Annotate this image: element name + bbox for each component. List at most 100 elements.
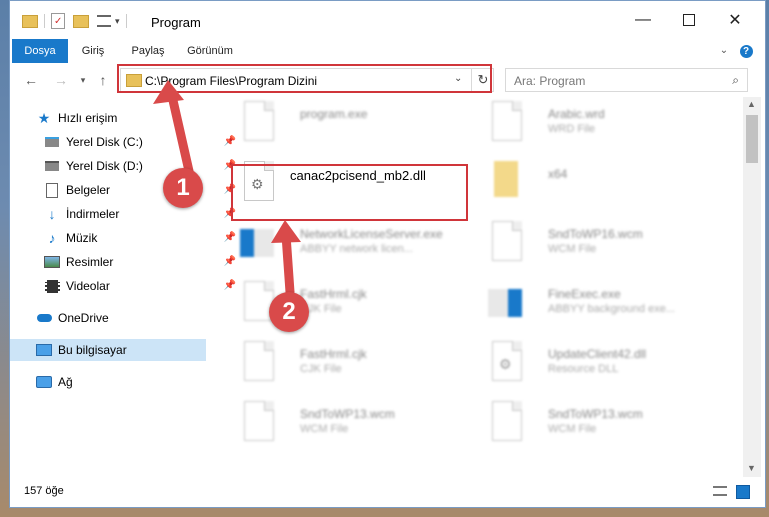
file-item[interactable]: program.exe [240,97,480,153]
large-icons-view-icon[interactable] [736,485,750,499]
network-icon [36,374,52,390]
properties-icon[interactable]: ✓ [51,13,65,29]
file-item[interactable]: Arabic.wrd WRD File [488,97,728,153]
sidebar-item-network[interactable]: Ağ [10,371,232,393]
sidebar-item-pictures[interactable]: Resimler 📌 [10,251,240,273]
file-name: FineExec.exe [548,287,621,301]
file-name: UpdateClient42.dll [548,347,647,361]
step-badge-1: 1 [163,168,203,208]
cloud-icon [36,310,52,326]
document-icon [488,221,528,269]
drive-icon [44,134,60,150]
file-type: ABBYY network licen... [300,243,413,255]
title-bar: ✓ ▾ Program — ✕ [10,1,765,39]
tab-file[interactable]: Dosya [12,39,68,63]
folder-icon[interactable] [22,14,38,28]
search-icon: ⌕ [732,73,739,87]
scrollbar-thumb[interactable] [746,115,758,163]
file-item[interactable]: SndToWP16.wcm WCM File [488,217,728,273]
file-type: ABBYY background exe... [548,303,675,315]
ribbon-tabs: Dosya Giriş Paylaş Görünüm ⌄ ? [10,39,765,63]
file-item[interactable]: FineExec.exe ABBYY background exe... [488,277,728,333]
search-box[interactable]: Ara: Program ⌕ [505,68,748,92]
minimize-button[interactable]: — [620,1,666,39]
file-name: SndToWP13.wcm [548,407,643,421]
tab-view[interactable]: Görünüm [182,39,238,63]
sidebar-item-label: Bu bilgisayar [58,343,127,357]
back-arrow-icon: ← [24,72,38,88]
help-icon: ? [739,45,753,58]
navigation-pane: ★ Hızlı erişim Yerel Disk (C:) 📌 Yerel D… [10,97,236,477]
sidebar-item-label: Videolar [66,279,110,293]
video-icon [44,278,60,294]
expand-ribbon-icon[interactable]: ⌄ [716,39,732,63]
sidebar-item-this-pc[interactable]: Bu bilgisayar [10,339,206,361]
sidebar-item-local-disk-c[interactable]: Yerel Disk (C:) 📌 [10,131,240,153]
tab-home[interactable]: Giriş [74,39,112,63]
document-icon [240,401,280,449]
sidebar-item-quick-access[interactable]: ★ Hızlı erişim [10,107,232,129]
file-name: SndToWP13.wcm [300,407,395,421]
star-icon: ★ [37,109,51,126]
forward-button[interactable]: → [52,71,70,89]
vertical-scrollbar[interactable]: ▲ ▼ [743,97,761,477]
new-folder-icon[interactable] [73,14,89,28]
download-icon: ↓ [48,206,56,222]
file-type: Resource DLL [548,363,619,375]
sidebar-item-music[interactable]: ♪ Müzik 📌 [10,227,240,249]
customize-chevron-icon[interactable]: ▾ [115,16,120,27]
sidebar-item-documents[interactable]: Belgeler 📌 [10,179,240,201]
documents-icon [44,182,60,198]
file-item[interactable]: FastHrml.cjk CJK File [240,337,480,393]
scroll-down-icon[interactable]: ▼ [747,463,756,473]
up-button[interactable]: ↑ [94,71,112,89]
file-name: FastHrml.cjk [300,287,367,301]
file-item[interactable]: NetworkLicenseServer.exe ABBYY network l… [240,217,480,273]
sidebar-item-label: Ağ [58,375,73,389]
file-name: x64 [548,167,568,181]
maximize-button[interactable] [666,1,712,39]
details-view-icon[interactable] [713,486,727,496]
exe-icon [240,221,280,269]
sidebar-item-videos[interactable]: Videolar 📌 [10,275,240,297]
close-button[interactable]: ✕ [712,1,758,39]
file-name: FastHrml.cjk [300,347,367,361]
back-button[interactable]: ← [22,71,40,89]
drive-icon [44,158,60,174]
music-icon: ♪ [48,230,56,246]
scroll-up-icon[interactable]: ▲ [747,99,756,109]
sidebar-item-downloads[interactable]: ↓ İndirmeler 📌 [10,203,240,225]
sidebar-item-onedrive[interactable]: OneDrive [10,307,232,329]
status-bar: 157 öğe [10,477,765,507]
separator [125,14,127,28]
sidebar-item-label: OneDrive [58,311,109,325]
file-type: WCM File [548,423,597,435]
view-icon[interactable] [97,15,111,27]
up-arrow-icon: ↑ [99,72,107,88]
search-input[interactable]: Ara: Program [514,74,585,88]
pictures-icon [44,254,60,270]
folder-item[interactable]: x64 [488,157,728,213]
tab-share[interactable]: Paylaş [124,39,172,63]
document-icon [488,101,528,149]
file-type: WCM File [300,423,349,435]
exe-icon [488,281,528,329]
file-name: SndToWP16.wcm [548,227,643,241]
help-button[interactable]: ? [738,39,754,63]
sidebar-item-label: Müzik [66,231,98,245]
file-type: CJK File [300,363,342,375]
sidebar-item-local-disk-d[interactable]: Yerel Disk (D:) 📌 [10,155,240,177]
dll-gear-icon: ⚙ [488,341,528,389]
file-item[interactable]: SndToWP13.wcm WCM File [488,397,728,453]
sidebar-item-label: Yerel Disk (D:) [66,159,143,173]
file-item[interactable]: ⚙ UpdateClient42.dll Resource DLL [488,337,728,393]
sidebar-item-label: Belgeler [66,183,111,197]
folder-icon [488,161,528,209]
separator [44,14,45,28]
file-item[interactable]: SndToWP13.wcm WCM File [240,397,480,453]
maximize-icon [683,14,695,26]
address-highlight-box [117,64,492,93]
step-badge-2: 2 [269,292,309,332]
recent-locations-button[interactable]: ▾ [74,71,92,89]
forward-arrow-icon: → [54,72,68,88]
